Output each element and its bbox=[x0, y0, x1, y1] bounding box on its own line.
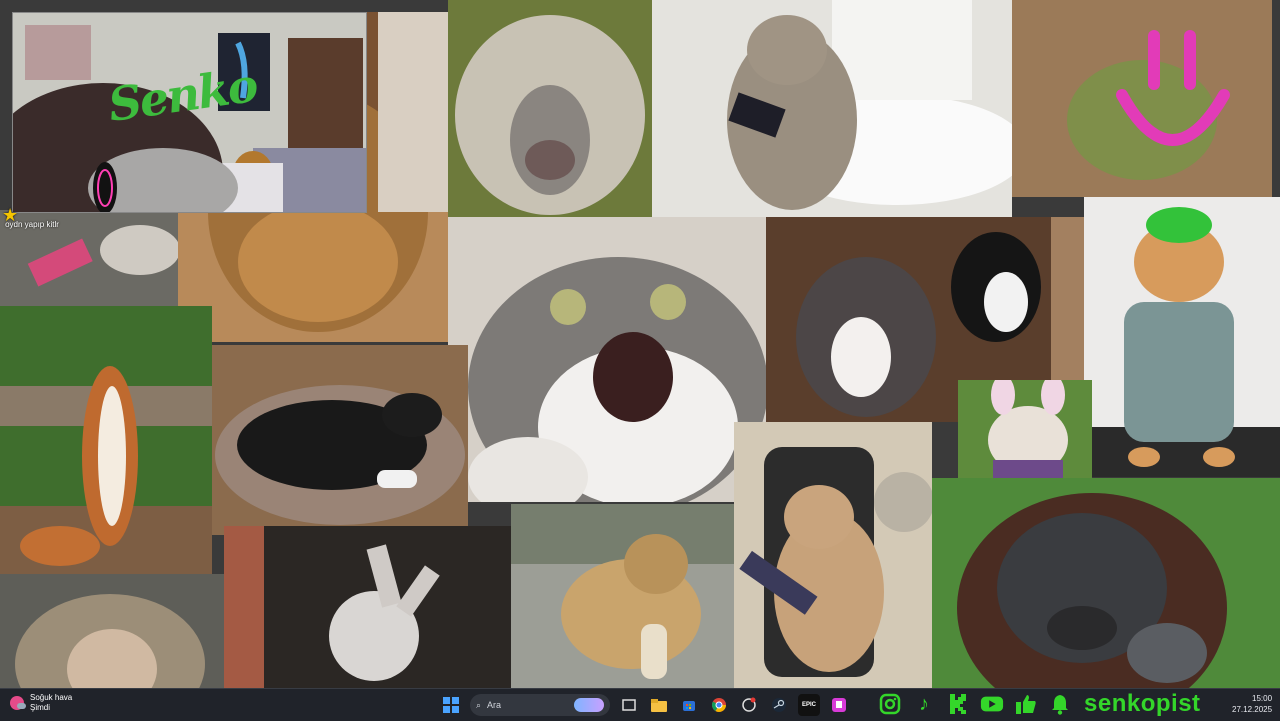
cat-in-beanie-photo bbox=[1084, 197, 1280, 477]
weather-title: Soğuk hava bbox=[30, 693, 73, 702]
search-icon: ⌕ bbox=[476, 699, 482, 710]
dog-with-bread-photo bbox=[511, 504, 734, 688]
donkey-photo bbox=[224, 526, 511, 688]
like-icon bbox=[1014, 692, 1038, 716]
file-explorer-icon[interactable] bbox=[648, 694, 670, 716]
gamer-cat-photo bbox=[734, 422, 932, 688]
squirrel-photo bbox=[0, 306, 212, 574]
weather-widget[interactable]: Soğuk hava Şimdi bbox=[10, 693, 72, 713]
epic-games-icon[interactable]: EPIC bbox=[798, 694, 820, 716]
clock-date: 27.12.2025 bbox=[1232, 705, 1273, 714]
weather-icon bbox=[10, 696, 26, 710]
taskbar-apps: ⌕ Ara EPIC bbox=[440, 693, 850, 717]
screaming-cat-photo bbox=[448, 217, 766, 502]
tiktok-icon: ♪ bbox=[919, 692, 929, 715]
bell-icon bbox=[1048, 692, 1072, 716]
instagram-icon bbox=[878, 692, 902, 716]
monkey-photo bbox=[0, 574, 224, 688]
star-note: ★ oydn yapıp kitlr bbox=[2, 205, 62, 230]
sheep-photo bbox=[448, 0, 652, 217]
chrome-icon[interactable] bbox=[708, 694, 730, 716]
orangutan-photo bbox=[932, 478, 1280, 688]
social-links: ♪ senkopist bbox=[878, 689, 1201, 719]
webcam-overlay: Senko bbox=[12, 12, 367, 213]
star-note-text: oydn yapıp kitlr bbox=[5, 220, 59, 229]
store-icon[interactable] bbox=[678, 694, 700, 716]
brand-name: senkopist bbox=[1084, 690, 1201, 717]
taskbar: Soğuk hava Şimdi ⌕ Ara EPIC ♪ senkopist … bbox=[0, 688, 1280, 721]
frog-smiley-photo bbox=[1012, 0, 1272, 197]
clock-time: 15:00 bbox=[1252, 694, 1273, 703]
windows-start-icon[interactable] bbox=[440, 694, 462, 716]
bulldog-bunny-ears-photo bbox=[958, 380, 1092, 478]
cat-on-toilet-photo bbox=[652, 0, 1012, 217]
steam-icon[interactable] bbox=[768, 694, 790, 716]
search-highlight-icon bbox=[574, 698, 604, 712]
twitch-icon[interactable] bbox=[828, 694, 850, 716]
app-extra-icon[interactable] bbox=[738, 694, 760, 716]
dog-with-controller-photo bbox=[212, 345, 468, 535]
weather-subtitle: Şimdi bbox=[30, 703, 51, 712]
youtube-icon bbox=[980, 692, 1004, 716]
task-view-icon[interactable] bbox=[618, 694, 640, 716]
system-clock[interactable]: 15:00 27.12.2025 bbox=[1232, 693, 1272, 715]
search-box[interactable]: ⌕ Ara bbox=[470, 694, 610, 716]
star-icon: ★ bbox=[2, 205, 19, 225]
kick-icon bbox=[946, 692, 970, 716]
meme-collage-wallpaper: Senko ★ oydn yapıp kitlr bbox=[0, 0, 1280, 688]
search-placeholder: Ara bbox=[487, 700, 502, 710]
